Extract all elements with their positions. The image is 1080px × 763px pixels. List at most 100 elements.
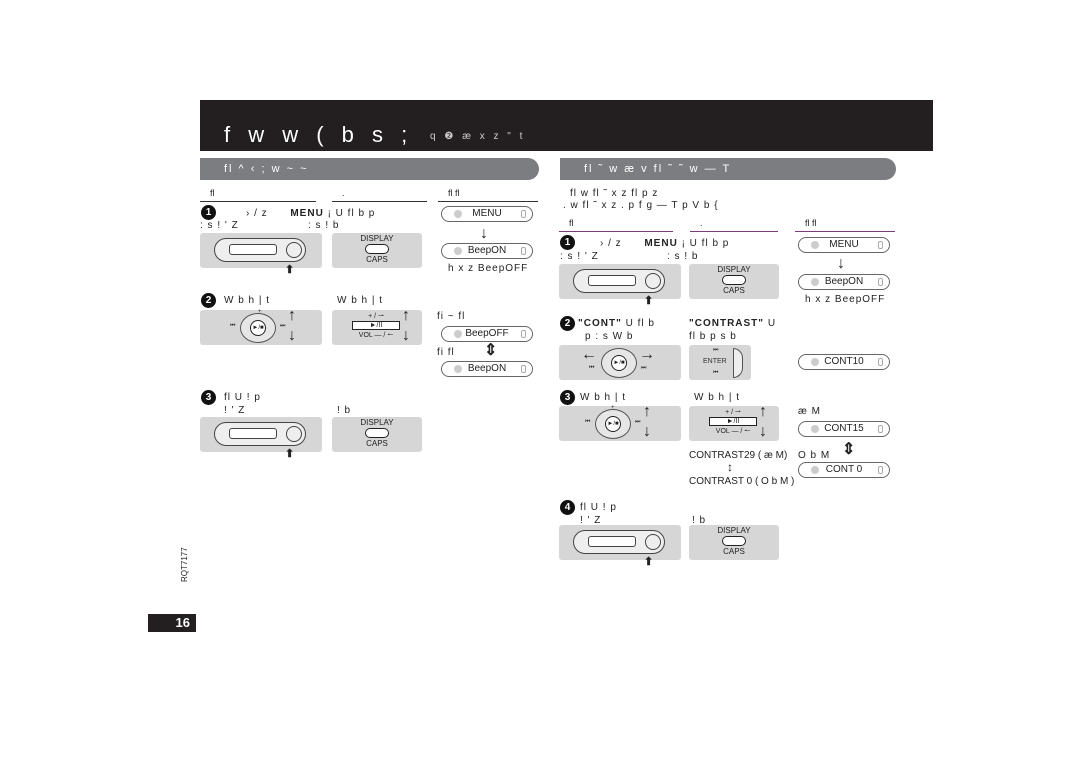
enter-dial[interactable] (733, 348, 743, 378)
display-button[interactable] (365, 244, 389, 254)
play-pause-button[interactable]: ►/II (709, 417, 757, 426)
menu-key-label: MENU (644, 238, 678, 249)
arrow-left-icon: ← (581, 346, 597, 363)
caps-label: CAPS (723, 286, 745, 295)
contrast-key-label: "CONTRAST" (689, 318, 765, 329)
column-head-device: fl (200, 188, 316, 202)
prev-icon: ⏮ (589, 365, 595, 371)
jog-dial[interactable]: ►/■ (595, 409, 631, 439)
caps-label: CAPS (366, 439, 388, 448)
play-stop-button[interactable]: ►/■ (611, 355, 627, 371)
lcd-menu: MENU (798, 237, 890, 253)
arrow-down-icon: ↓ (759, 423, 767, 440)
arrow-down-icon: ↓ (643, 423, 651, 440)
jog-panel: + ►/■ ⏮ ⏭ ↑ ↓ (200, 308, 322, 345)
next-icon: ⏭ (635, 419, 641, 425)
arrow-down-icon: ↓ (837, 255, 845, 272)
arrow-up-icon: ⬆ (285, 264, 295, 276)
next-icon: ⏭ (713, 347, 719, 353)
jog-dial[interactable]: ►/■ (240, 313, 276, 343)
display-button[interactable] (722, 275, 746, 285)
display-button-panel: DISPLAY CAPS (332, 417, 422, 452)
player-device-icon: ⬆ (573, 269, 665, 307)
lcd-cont10: CONT10 (798, 354, 890, 370)
note-top: fi ~ fl (437, 311, 466, 322)
lcd-cont0: CONT 0 (798, 462, 890, 478)
device-panel: ⬆ (559, 525, 681, 568)
column-head-remote: . (332, 188, 427, 202)
step-text-line2: ! ' Z (224, 405, 246, 416)
play-stop-button[interactable]: ►/■ (605, 416, 621, 432)
lcd-beep-on: BeepON (441, 361, 533, 377)
display-button[interactable] (722, 536, 746, 546)
device-panel: ⬆ (200, 417, 322, 460)
step-text-line2: : s ! ' Z (200, 220, 239, 231)
manual-page: f w w ( b s ; q ❷ æ x z " t fl ^ ‹ ; w ~… (0, 0, 1080, 763)
display-label: DISPLAY (360, 418, 394, 427)
step-text-line2-remote: fl b p s b (689, 331, 737, 342)
player-device-icon: ⬆ (573, 530, 665, 568)
intro-line-2: . w fl ˜ x z . p f g — T p V b { (563, 200, 719, 211)
play-pause-button[interactable]: ►/II (352, 321, 400, 330)
display-label: DISPLAY (717, 526, 751, 535)
play-stop-button[interactable]: ►/■ (250, 320, 266, 336)
prev-icon: ⏮ (230, 323, 236, 329)
prev-icon: ⏮ (585, 419, 591, 425)
step-text-line2-remote: ! b (337, 405, 352, 416)
lcd-text: BeepON (467, 363, 507, 374)
battery-icon (521, 330, 526, 338)
note-low: O b M (798, 450, 831, 461)
lcd-text: CONT15 (824, 423, 864, 434)
prev-icon: ⏮ (713, 370, 719, 376)
jog-dial[interactable]: ►/■ (601, 348, 637, 378)
step-text-line2-remote: : s ! b (667, 251, 699, 262)
arrow-up-icon: ⬆ (285, 448, 295, 460)
step-number-3: 3 (560, 390, 575, 405)
contrast-high-text: CONTRAST29 ( æ M) (689, 450, 788, 461)
display-button-panel: DISPLAY CAPS (332, 233, 422, 268)
display-button-panel: DISPLAY CAPS (689, 264, 779, 299)
up-down-arrow-icon: ⇕ (842, 441, 856, 458)
step-text: › / z MENU ¡ U fl b p (246, 208, 375, 219)
display-button[interactable] (365, 428, 389, 438)
battery-icon (878, 241, 883, 249)
enter-label: ENTER (703, 358, 727, 365)
left-section-title: fl ^ ‹ ; w ~ ~ (200, 158, 539, 180)
menu-key-label: MENU (290, 208, 324, 219)
arrow-down-icon: ↓ (402, 327, 410, 344)
battery-icon (878, 466, 883, 474)
lcd-text: BeepON (824, 276, 864, 287)
step-text-line2-remote: : s ! b (308, 220, 340, 231)
display-label: DISPLAY (360, 234, 394, 243)
step-text: fl U ! p (580, 502, 617, 513)
arrow-up-icon: ⬆ (644, 556, 654, 568)
up-down-arrow-icon: ↕ (727, 460, 733, 474)
arrow-down-icon: ↓ (480, 225, 488, 242)
caps-label: CAPS (723, 547, 745, 556)
jog-panel: + ►/■ ⏮ ⏭ ↑ ↓ (559, 404, 681, 441)
step-text: W b h | t (580, 392, 627, 403)
page-title: f w w ( b s ; (224, 122, 414, 147)
remote-volume-keys: + / ⇀ ►/II VOL — / ↼ (352, 312, 400, 340)
next-icon: ⏭ (280, 323, 286, 329)
page-header: f w w ( b s ; q ❷ æ x z " t (200, 100, 933, 151)
beep-off-note: h x z BeepOFF (805, 294, 886, 305)
step-text-b: ¡ U fl b p (681, 238, 730, 249)
battery-icon (878, 425, 883, 433)
step-text-b: ¡ U fl b p (327, 208, 376, 219)
step-text-a: › / z (600, 238, 622, 249)
step-number-2: 2 (560, 316, 575, 331)
right-section-title: fl ˜ w æ v fl ˜ ˜ w — T (560, 158, 896, 180)
battery-icon (878, 278, 883, 286)
step-text-remote: W b h | t (337, 295, 384, 306)
lcd-text: CONT10 (824, 356, 864, 367)
step-number-3: 3 (201, 390, 216, 405)
column-head-remote: . (690, 218, 778, 232)
caps-label: CAPS (366, 255, 388, 264)
step-number-1: 1 (560, 235, 575, 250)
column-head-display: fl fl (438, 188, 538, 202)
step-text-remote: W b h | t (694, 392, 741, 403)
document-id: RQT7177 (180, 547, 189, 582)
remote-volume-panel: + / ⇀ ►/II VOL — / ↼ ↑ ↓ (332, 308, 422, 345)
lcd-text: MENU (472, 208, 502, 219)
